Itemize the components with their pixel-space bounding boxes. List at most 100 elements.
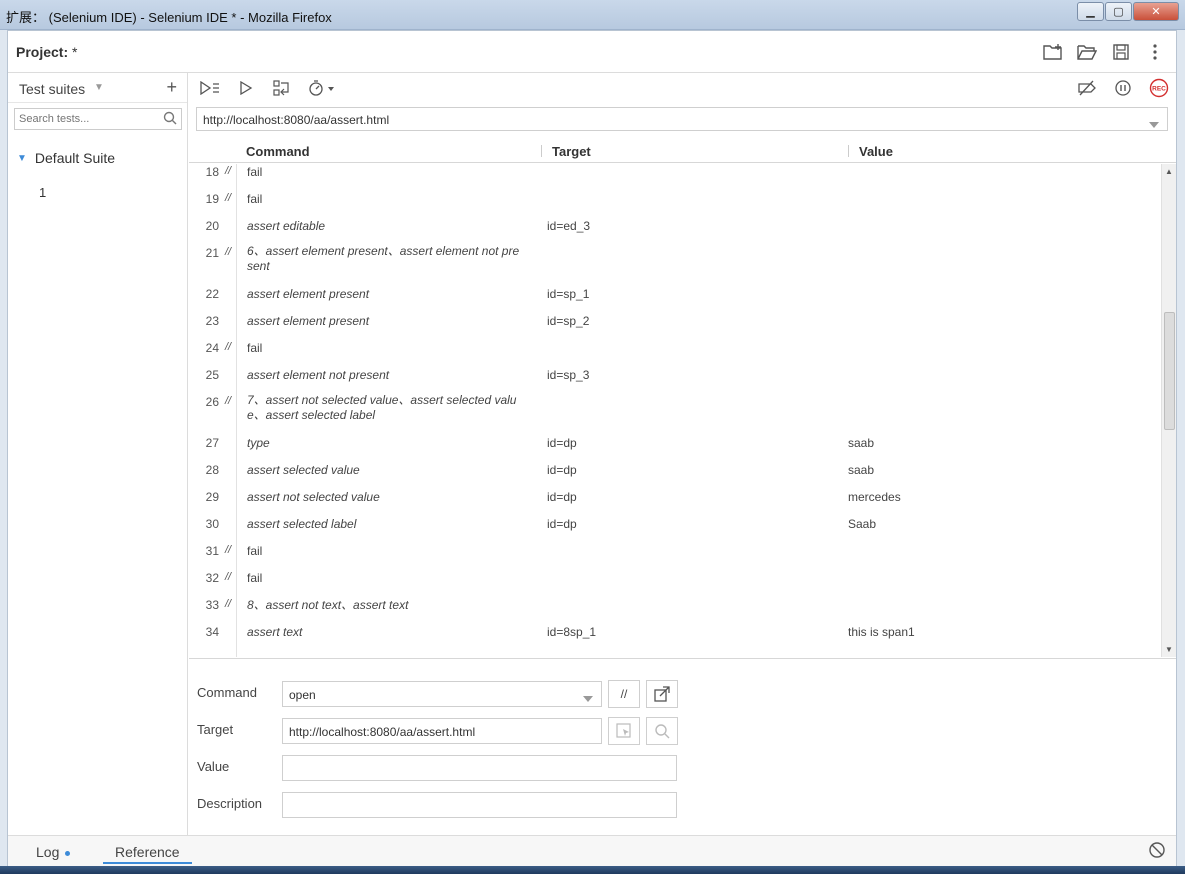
row-command: type: [247, 436, 270, 450]
comment-marker: //: [225, 544, 232, 556]
os-taskbar: [0, 866, 1185, 874]
table-row[interactable]: 27 type id=dp saab: [189, 429, 1161, 456]
new-project-icon[interactable]: [1042, 42, 1064, 62]
base-url-select[interactable]: http://localhost:8080/aa/assert.html: [196, 107, 1168, 131]
window-titlebar: 扩展： (Selenium IDE) - Selenium IDE * - Mo…: [0, 0, 1185, 30]
row-number: 18: [205, 165, 219, 179]
table-row[interactable]: 21 // 6、assert element present、assert elem…: [189, 239, 1161, 280]
table-row[interactable]: 32 // fail: [189, 564, 1161, 591]
minimize-button[interactable]: ▁: [1077, 2, 1104, 21]
table-row[interactable]: 33 // 8、assert not text、assert text: [189, 591, 1161, 618]
description-label: Description: [197, 796, 263, 811]
run-all-tests-icon[interactable]: [199, 78, 221, 98]
suite-name: Default Suite: [34, 150, 116, 166]
toggle-comment-button[interactable]: //: [608, 680, 640, 708]
scrollbar-thumb[interactable]: [1164, 312, 1175, 430]
value-input[interactable]: [282, 755, 677, 781]
pause-on-exceptions-icon[interactable]: [1112, 78, 1134, 98]
command-editor: Command open // Target http://localhost:…: [189, 658, 1176, 835]
step-over-icon[interactable]: [271, 78, 293, 98]
row-target: id=dp: [547, 463, 577, 477]
table-row[interactable]: 20 assert editable id=ed_3: [189, 212, 1161, 239]
table-row[interactable]: 26 // 7、assert not selected value、assert s…: [189, 388, 1161, 429]
column-divider[interactable]: [541, 145, 542, 157]
target-label: Target: [197, 722, 234, 737]
bottom-panel-tabs: Log Reference: [8, 835, 1176, 866]
row-value: saab: [848, 436, 875, 450]
maximize-button[interactable]: ▢: [1105, 2, 1132, 21]
row-command: fail: [247, 571, 263, 585]
row-command: fail: [247, 341, 263, 355]
disable-breakpoints-icon[interactable]: [1076, 78, 1098, 98]
row-command: assert element not present: [247, 368, 390, 382]
description-input[interactable]: [282, 792, 677, 818]
table-row[interactable]: 34 assert text id=8sp_1 this is span1: [189, 618, 1161, 645]
row-command: 8、assert not text、assert text: [247, 598, 409, 612]
column-divider[interactable]: [848, 145, 849, 157]
test-suites-dropdown[interactable]: Test suites: [19, 81, 85, 97]
command-select[interactable]: open: [282, 681, 602, 707]
base-url-value: http://localhost:8080/aa/assert.html: [203, 113, 390, 127]
table-scrollbar[interactable]: ▲ ▼: [1161, 164, 1176, 657]
row-command: fail: [247, 544, 263, 558]
suite-default[interactable]: ▼ Default Suite: [17, 150, 115, 166]
window-title: 扩展： (Selenium IDE) - Selenium IDE * - Mo…: [6, 10, 332, 25]
row-number: 26: [205, 395, 219, 409]
more-options-icon[interactable]: [1144, 42, 1166, 62]
table-row[interactable]: 28 assert selected value id=dp saab: [189, 456, 1161, 483]
table-row[interactable]: 18 // fail: [189, 164, 1161, 185]
table-row[interactable]: 25 assert element not present id=sp_3: [189, 361, 1161, 388]
chevron-down-icon[interactable]: ▼: [94, 82, 104, 93]
row-number: 23: [205, 314, 219, 328]
row-number: 24: [205, 341, 219, 355]
row-number: 30: [205, 517, 219, 531]
project-label: Project:: [16, 44, 69, 60]
project-name[interactable]: *: [72, 44, 77, 60]
row-number: 19: [205, 192, 219, 206]
row-target: id=sp_3: [547, 368, 590, 382]
find-target-button[interactable]: [646, 717, 678, 745]
add-suite-icon[interactable]: +: [166, 77, 177, 98]
comment-marker: //: [225, 571, 232, 583]
tab-log[interactable]: Log: [36, 844, 71, 860]
scroll-up-icon[interactable]: ▲: [1165, 167, 1173, 176]
select-target-button[interactable]: [608, 717, 640, 745]
test-item[interactable]: 1: [39, 185, 46, 200]
open-project-icon[interactable]: [1076, 42, 1098, 62]
expand-triangle-icon[interactable]: ▼: [17, 153, 27, 164]
row-number: 29: [205, 490, 219, 504]
table-row[interactable]: 22 assert element present id=sp_1: [189, 280, 1161, 307]
row-target: id=dp: [547, 517, 577, 531]
close-window-button[interactable]: ✕: [1133, 2, 1179, 21]
speed-timer-icon[interactable]: [307, 78, 337, 98]
open-reference-button[interactable]: [646, 680, 678, 708]
project-title: Project: *: [16, 44, 77, 60]
table-row[interactable]: 19 // fail: [189, 185, 1161, 212]
save-project-icon[interactable]: [1110, 42, 1132, 62]
row-command: fail: [247, 192, 263, 206]
table-row[interactable]: 29 assert not selected value id=dp mercedes: [189, 483, 1161, 510]
row-command: assert not selected value: [247, 490, 380, 504]
chevron-down-icon[interactable]: [1149, 116, 1159, 131]
search-tests-input[interactable]: [15, 109, 155, 129]
tab-reference[interactable]: Reference: [103, 844, 192, 864]
target-input[interactable]: http://localhost:8080/aa/assert.html: [282, 718, 602, 744]
svg-text:REC: REC: [1152, 86, 1166, 93]
run-current-test-icon[interactable]: [235, 78, 257, 98]
row-command: 6、assert element present、assert element …: [247, 244, 520, 273]
table-row[interactable]: 23 assert element present id=sp_2: [189, 307, 1161, 334]
row-value: this is span1: [848, 625, 915, 639]
table-row[interactable]: 31 // fail: [189, 537, 1161, 564]
row-value: Saab: [848, 517, 877, 531]
row-target: id=sp_2: [547, 314, 590, 328]
table-row[interactable]: 30 assert selected label id=dp Saab: [189, 510, 1161, 537]
row-command: assert element present: [247, 287, 370, 301]
row-command: 7、assert not selected value、assert selec…: [247, 393, 517, 422]
clear-log-icon[interactable]: [1148, 841, 1166, 862]
scroll-down-icon[interactable]: ▼: [1165, 645, 1173, 654]
record-icon[interactable]: REC: [1148, 78, 1170, 98]
table-row[interactable]: 24 // fail: [189, 334, 1161, 361]
comment-marker: //: [225, 395, 232, 407]
sidebar-header: Test suites ▼ +: [8, 73, 187, 103]
chevron-down-icon[interactable]: [583, 691, 593, 705]
